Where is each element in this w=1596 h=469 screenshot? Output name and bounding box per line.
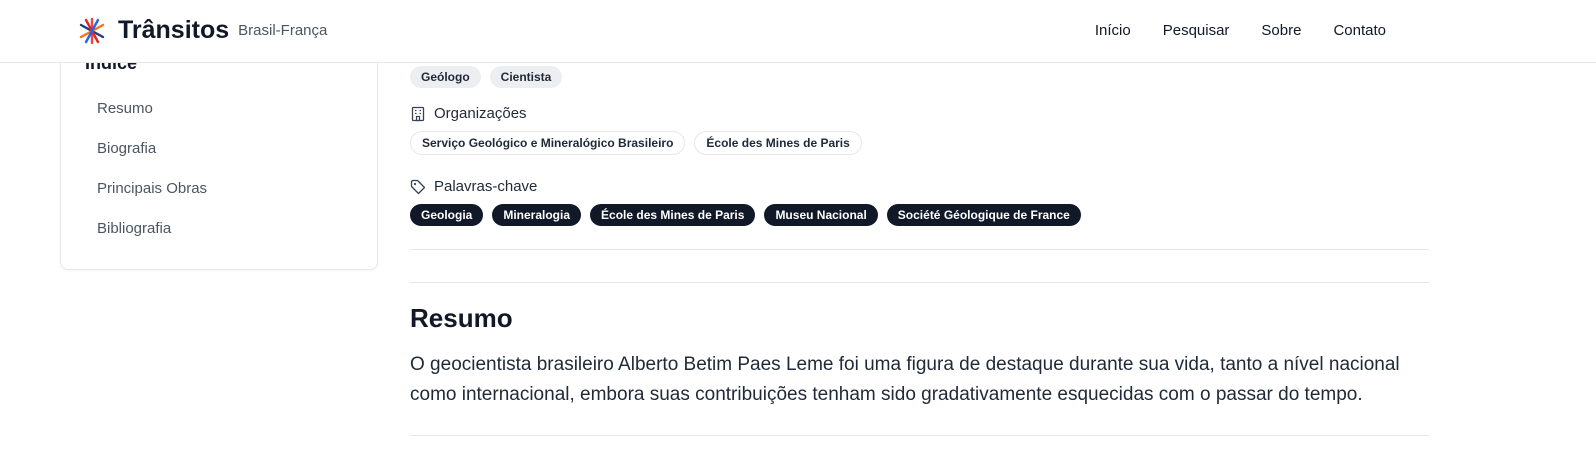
occupation-tag[interactable]: Cientista xyxy=(489,66,563,88)
toc-list: Resumo Biografia Principais Obras Biblio… xyxy=(97,99,207,259)
divider xyxy=(410,282,1429,283)
keyword-tag[interactable]: Société Géologique de France xyxy=(886,204,1081,226)
toc-item-biografia[interactable]: Biografia xyxy=(97,139,207,179)
keyword-tag[interactable]: Geologia xyxy=(410,204,484,226)
organization-tags: Serviço Geológico e Mineralógico Brasile… xyxy=(410,131,862,155)
nav-link-contato[interactable]: Contato xyxy=(1333,22,1386,39)
keyword-tag[interactable]: École des Mines de Paris xyxy=(590,204,756,226)
site-header: Trânsitos Brasil-França Início Pesquisar… xyxy=(0,0,1596,63)
brand-name: Trânsitos xyxy=(118,16,230,44)
keyword-tags: Geologia Mineralogia École des Mines de … xyxy=(410,204,1081,226)
brand-subtitle: Brasil-França xyxy=(238,22,328,39)
occupation-tags: Geólogo Cientista xyxy=(410,66,563,88)
main-nav: Início Pesquisar Sobre Contato xyxy=(1095,22,1386,39)
divider xyxy=(410,249,1429,250)
keyword-tag[interactable]: Mineralogia xyxy=(492,204,582,226)
nav-link-sobre[interactable]: Sobre xyxy=(1261,22,1301,39)
building-icon xyxy=(411,106,425,121)
resumo-paragraph: O geocientista brasileiro Alberto Betim … xyxy=(410,354,1400,405)
organization-tag[interactable]: École des Mines de Paris xyxy=(694,131,862,155)
nav-link-inicio[interactable]: Início xyxy=(1095,22,1131,39)
keyword-tag[interactable]: Museu Nacional xyxy=(764,204,878,226)
tag-icon xyxy=(410,179,426,194)
organizations-heading: Organizações xyxy=(410,105,527,122)
occupation-tag[interactable]: Geólogo xyxy=(410,66,481,88)
asterisk-logo-icon xyxy=(79,17,105,44)
brand[interactable]: Trânsitos Brasil-França xyxy=(78,16,327,45)
organization-tag[interactable]: Serviço Geológico e Mineralógico Brasile… xyxy=(410,131,686,155)
organizations-label: Organizações xyxy=(434,105,527,122)
divider xyxy=(410,435,1429,436)
toc-item-resumo[interactable]: Resumo xyxy=(97,99,207,139)
keywords-heading: Palavras-chave xyxy=(410,178,537,195)
table-of-contents: Índice Resumo Biografia Principais Obras… xyxy=(60,40,378,270)
resumo-heading: Resumo xyxy=(410,303,513,333)
nav-link-pesquisar[interactable]: Pesquisar xyxy=(1163,22,1230,39)
keywords-label: Palavras-chave xyxy=(434,178,538,195)
toc-item-bibliografia[interactable]: Bibliografia xyxy=(97,219,207,259)
toc-item-principais-obras[interactable]: Principais Obras xyxy=(97,179,207,219)
